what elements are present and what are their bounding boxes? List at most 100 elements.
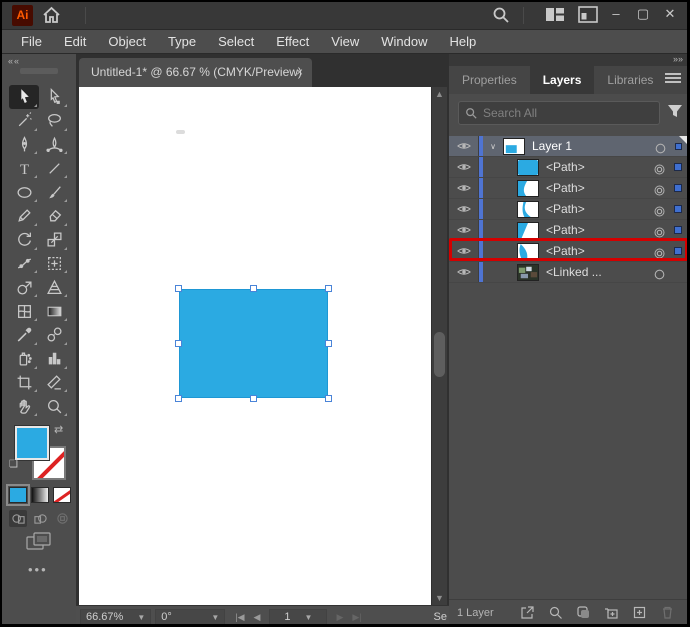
target-circle-icon[interactable] [654, 267, 665, 279]
new-sublayer-icon[interactable] [603, 604, 620, 621]
shape-builder-tool[interactable] [9, 275, 39, 299]
layer-name[interactable]: <Path> [546, 160, 654, 174]
default-fill-stroke-icon[interactable]: ❏ [9, 459, 18, 470]
mesh-tool[interactable] [9, 299, 39, 323]
arrange-documents-icon[interactable] [545, 6, 565, 28]
layer-thumbnail[interactable] [503, 137, 525, 155]
document-tab[interactable]: Untitled-1* @ 66.67 % (CMYK/Preview) × [79, 58, 312, 87]
first-artboard-button[interactable]: |◀ [235, 612, 244, 623]
collect-for-export-icon[interactable] [519, 604, 536, 621]
artboard-tool[interactable] [9, 371, 39, 395]
gradient-button[interactable] [31, 487, 49, 503]
perspective-grid-tool[interactable] [39, 275, 69, 299]
fill-swatch[interactable] [15, 426, 49, 460]
layer-object-row[interactable]: <Path> [449, 178, 687, 199]
lasso-tool[interactable] [39, 109, 69, 133]
layer-object-row[interactable]: <Path> [449, 241, 687, 262]
visibility-eye-icon[interactable] [449, 262, 479, 282]
menu-item-select[interactable]: Select [207, 30, 265, 54]
eraser-tool[interactable] [39, 204, 69, 228]
menu-item-file[interactable]: File [10, 30, 53, 54]
scrollbar-thumb[interactable] [434, 332, 445, 377]
search-input[interactable]: Search All [458, 101, 660, 125]
hand-tool[interactable] [9, 394, 39, 418]
scroll-up-icon[interactable]: ▲ [432, 89, 447, 99]
layer-name[interactable]: <Path> [546, 223, 654, 237]
width-tool[interactable] [9, 252, 39, 276]
artboard-number-dropdown[interactable]: 1 ▼ [269, 608, 328, 624]
direct-selection-tool[interactable] [39, 85, 69, 109]
layer-row[interactable]: ∨ Layer 1 [449, 136, 687, 157]
last-artboard-button[interactable]: ▶| [352, 612, 361, 623]
layer-name[interactable]: <Path> [546, 181, 654, 195]
layer-thumbnail[interactable] [517, 200, 539, 218]
collapse-panel-icon[interactable]: »» [673, 54, 683, 64]
layer-object-row[interactable]: <Path> [449, 220, 687, 241]
new-layer-icon[interactable] [631, 604, 648, 621]
document-tab-close-icon[interactable]: × [296, 58, 303, 87]
layer-object-row[interactable]: <Linked ... [449, 262, 687, 283]
next-artboard-button[interactable]: ▶ [336, 612, 343, 623]
free-transform-tool[interactable] [39, 252, 69, 276]
workspace-switcher-icon[interactable] [578, 6, 598, 28]
artboard[interactable] [79, 87, 431, 605]
collapse-tools-icon[interactable]: «« [8, 56, 20, 66]
curvature-tool[interactable] [39, 133, 69, 157]
visibility-eye-icon[interactable] [449, 199, 479, 219]
layer-thumbnail[interactable] [517, 221, 539, 239]
menu-item-view[interactable]: View [320, 30, 370, 54]
layer-name[interactable]: <Linked ... [546, 265, 654, 279]
selection-proxy-square[interactable] [674, 226, 682, 234]
eyedropper-tool[interactable] [9, 323, 39, 347]
menu-item-help[interactable]: Help [438, 30, 487, 54]
target-circle-icon[interactable] [654, 162, 665, 174]
line-segment-tool[interactable] [39, 156, 69, 180]
visibility-eye-icon[interactable] [449, 241, 479, 261]
paintbrush-tool[interactable] [39, 180, 69, 204]
type-tool[interactable]: T [9, 156, 39, 180]
menu-item-edit[interactable]: Edit [53, 30, 97, 54]
layer-name[interactable]: <Path> [546, 202, 654, 216]
selection-proxy-square[interactable] [674, 184, 682, 192]
layer-thumbnail[interactable] [517, 158, 539, 176]
target-circle-icon[interactable] [654, 225, 665, 237]
layer-object-row[interactable]: <Path> [449, 157, 687, 178]
symbol-sprayer-tool[interactable] [9, 347, 39, 371]
layer-object-row[interactable]: <Path> [449, 199, 687, 220]
column-graph-tool[interactable] [39, 347, 69, 371]
close-button[interactable]: ✕ [659, 4, 681, 24]
none-button[interactable] [53, 487, 71, 503]
target-circle-icon[interactable] [655, 141, 666, 153]
magic-wand-tool[interactable] [9, 109, 39, 133]
scroll-down-icon[interactable]: ▼ [432, 593, 447, 603]
slice-tool[interactable] [39, 371, 69, 395]
home-icon[interactable] [42, 6, 61, 29]
selected-shape[interactable] [179, 289, 328, 398]
swap-fill-stroke-icon[interactable]: ⇄ [54, 423, 63, 436]
draw-inside-button[interactable] [53, 510, 71, 527]
tab-layers[interactable]: Layers [529, 66, 595, 94]
menu-item-type[interactable]: Type [157, 30, 207, 54]
rotation-dropdown[interactable]: 0° ▼ [155, 608, 226, 624]
menu-item-window[interactable]: Window [370, 30, 438, 54]
blend-tool[interactable] [39, 323, 69, 347]
ellipse-tool[interactable] [9, 180, 39, 204]
layer-thumbnail[interactable] [517, 242, 539, 260]
screen-mode-icon[interactable] [26, 531, 52, 558]
visibility-eye-icon[interactable] [449, 178, 479, 198]
maximize-button[interactable]: ▢ [632, 4, 654, 24]
selection-tool[interactable] [9, 85, 39, 109]
gradient-tool[interactable] [39, 299, 69, 323]
selection-proxy-square[interactable] [674, 205, 682, 213]
chevron-down-icon[interactable]: ∨ [485, 142, 501, 151]
previous-artboard-button[interactable]: ◀ [254, 612, 261, 623]
zoom-tool[interactable] [39, 394, 69, 418]
minimize-button[interactable]: – [605, 4, 627, 24]
menu-item-object[interactable]: Object [97, 30, 157, 54]
layer-thumbnail[interactable] [517, 263, 539, 281]
tools-drag-handle[interactable] [20, 68, 58, 74]
vertical-scrollbar[interactable]: ▲ ▼ [432, 87, 447, 605]
target-circle-icon[interactable] [654, 183, 665, 195]
rotate-tool[interactable] [9, 228, 39, 252]
target-circle-icon[interactable] [654, 204, 665, 216]
